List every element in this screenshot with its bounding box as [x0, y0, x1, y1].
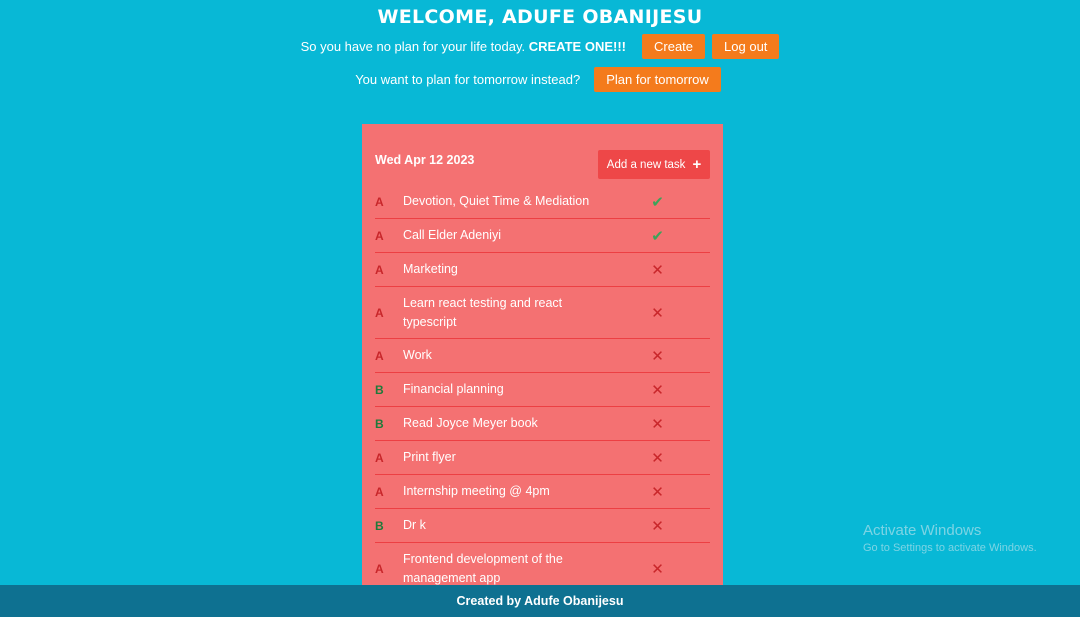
task-priority: A — [375, 305, 384, 320]
check-icon[interactable]: ✔ — [605, 227, 710, 245]
logout-button[interactable]: Log out — [712, 34, 780, 59]
x-icon[interactable]: ✕ — [605, 261, 710, 279]
task-name: Call Elder Adeniyi — [403, 228, 501, 242]
task-priority: A — [375, 450, 384, 465]
task-priority: B — [375, 416, 384, 431]
task-row: B Dr k ✕ — [375, 509, 710, 543]
footer-credit: Created by Adufe Obanijesu — [456, 594, 624, 608]
task-priority: A — [375, 262, 384, 277]
task-row: A Frontend development of the management … — [375, 543, 710, 585]
task-row: A Internship meeting @ 4pm ✕ — [375, 475, 710, 509]
task-priority: A — [375, 484, 384, 499]
task-row: A Call Elder Adeniyi ✔ — [375, 219, 710, 253]
task-row: B Financial planning ✕ — [375, 373, 710, 407]
create-prompt-emphasis: CREATE ONE!!! — [528, 39, 626, 54]
task-date: Wed Apr 12 2023 — [375, 153, 475, 167]
task-card: Wed Apr 12 2023 Add a new task + A Devoti… — [362, 124, 723, 585]
task-row: B Read Joyce Meyer book ✕ — [375, 407, 710, 441]
task-row: A Print flyer ✕ — [375, 441, 710, 475]
task-name: Marketing — [403, 262, 458, 276]
welcome-heading: WELCOME, ADUFE OBANIJESU — [377, 6, 703, 28]
task-priority: A — [375, 228, 384, 243]
task-priority: A — [375, 561, 384, 576]
task-priority: A — [375, 348, 384, 363]
x-icon[interactable]: ✕ — [605, 304, 710, 322]
watermark-title: Activate Windows — [863, 522, 982, 539]
task-row: A Learn react testing and react typescrip… — [375, 287, 710, 339]
x-icon[interactable]: ✕ — [605, 449, 710, 467]
task-list: A Devotion, Quiet Time & Mediation ✔ A Call … — [375, 185, 710, 585]
task-name: Devotion, Quiet Time & Mediation — [403, 194, 590, 208]
create-button[interactable]: Create — [642, 34, 706, 59]
create-prompt: So you have no plan for your life today.… — [301, 39, 626, 54]
activate-windows-watermark: Activate Windows Go to Settings to activ… — [863, 522, 1037, 554]
tomorrow-prompt-text: You want to plan for tomorrow instead? — [355, 72, 581, 87]
task-row: A Marketing ✕ — [375, 253, 710, 287]
create-prompt-text: So you have no plan for your life today. — [300, 39, 526, 54]
task-name: Financial planning — [403, 382, 504, 396]
task-name: Dr k — [403, 518, 426, 532]
task-card-header: Wed Apr 12 2023 Add a new task + — [375, 150, 710, 180]
check-icon[interactable]: ✔ — [605, 193, 710, 211]
tomorrow-prompt-row: You want to plan for tomorrow instead? P… — [0, 67, 1080, 92]
task-priority: B — [375, 382, 384, 397]
task-name: Print flyer — [403, 450, 456, 464]
task-name: Internship meeting @ 4pm — [403, 484, 550, 498]
x-icon[interactable]: ✕ — [605, 347, 710, 365]
add-task-button[interactable]: Add a new task + — [598, 150, 710, 179]
task-row: A Work ✕ — [375, 339, 710, 373]
x-icon[interactable]: ✕ — [605, 483, 710, 501]
task-name: Work — [403, 348, 432, 362]
task-priority: A — [375, 194, 384, 209]
task-name: Frontend development of the management a… — [403, 551, 563, 585]
task-priority: B — [375, 518, 384, 533]
task-name: Learn react testing and react typescript — [403, 295, 563, 329]
x-icon[interactable]: ✕ — [605, 560, 710, 578]
add-task-label: Add a new task — [606, 158, 686, 171]
watermark-subtitle: Go to Settings to activate Windows. — [863, 542, 1037, 554]
footer: Created by Adufe Obanijesu — [0, 585, 1080, 617]
task-name: Read Joyce Meyer book — [403, 416, 538, 430]
x-icon[interactable]: ✕ — [605, 415, 710, 433]
x-icon[interactable]: ✕ — [605, 517, 710, 535]
task-row: A Devotion, Quiet Time & Mediation ✔ — [375, 185, 710, 219]
plus-icon: + — [692, 156, 702, 173]
x-icon[interactable]: ✕ — [605, 381, 710, 399]
create-prompt-row: So you have no plan for your life today.… — [0, 34, 1080, 59]
plan-tomorrow-button[interactable]: Plan for tomorrow — [594, 67, 721, 92]
